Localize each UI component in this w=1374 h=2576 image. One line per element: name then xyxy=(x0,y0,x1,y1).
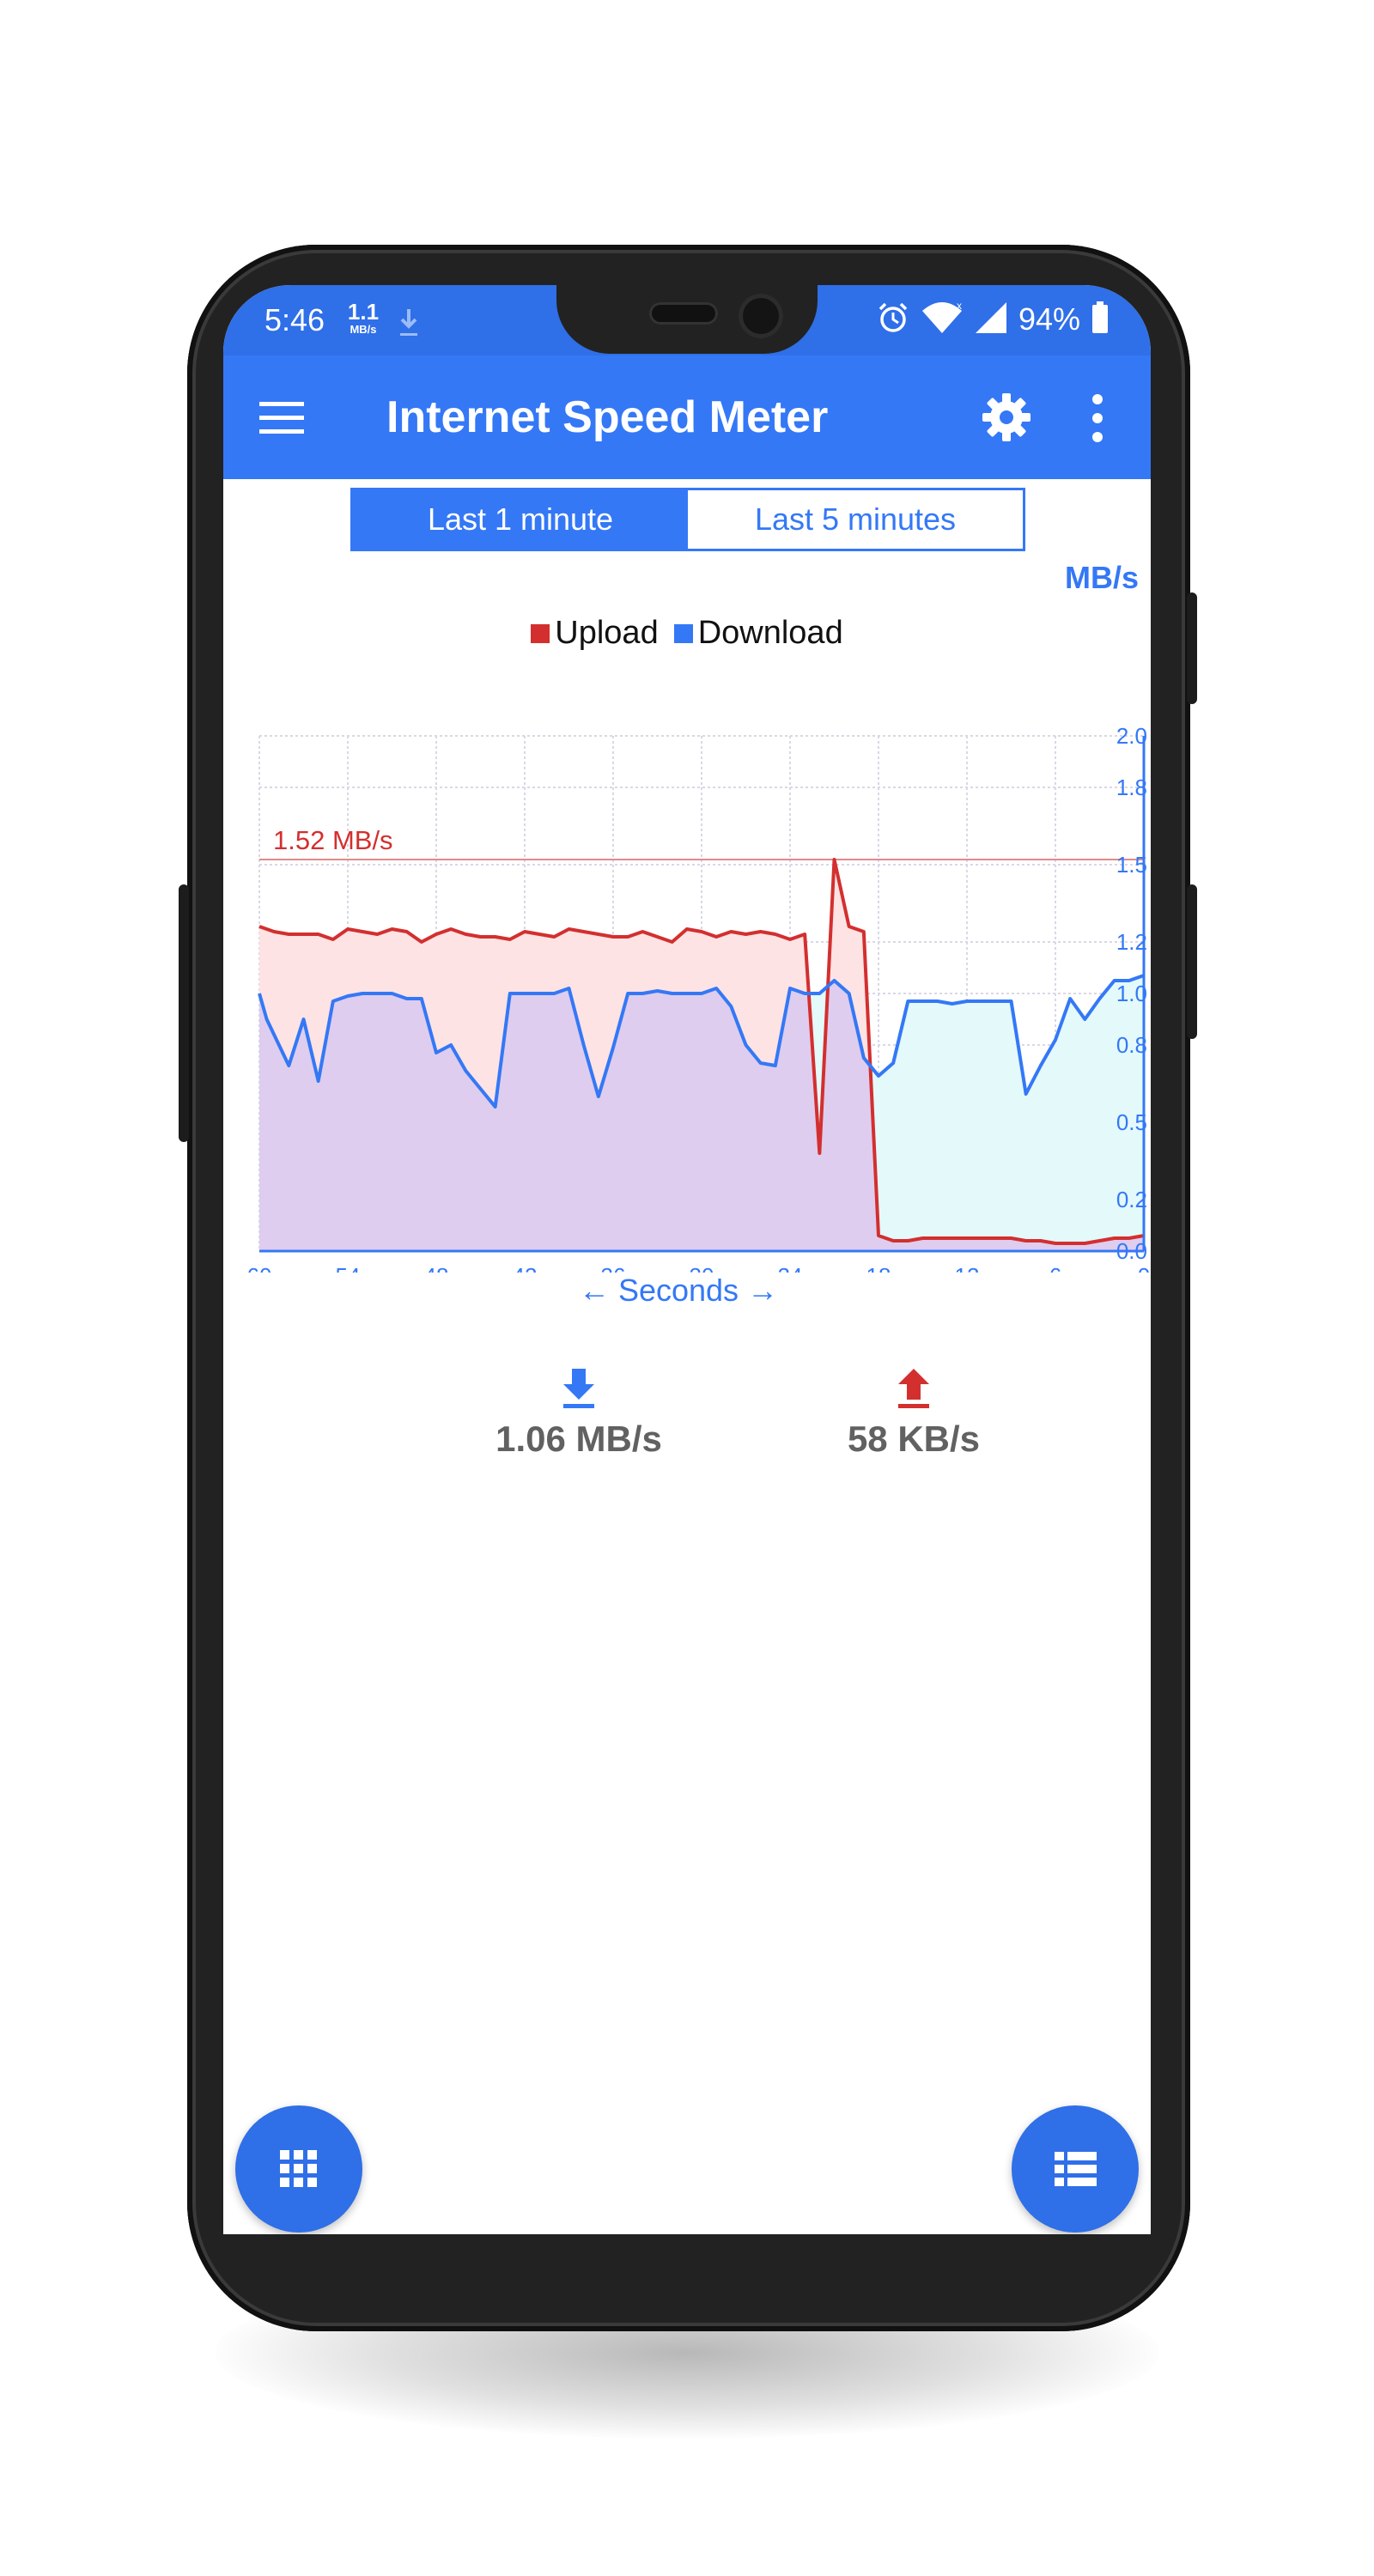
list-view-icon xyxy=(1055,2152,1097,2186)
y-tick-label: 1.8 xyxy=(1116,775,1147,800)
y-tick-label: 0.8 xyxy=(1116,1032,1147,1058)
list-fab-button[interactable] xyxy=(1012,2105,1139,2233)
side-button-right-top xyxy=(1187,592,1197,704)
app-bar: Internet Speed Meter xyxy=(223,355,1151,479)
phone-screen: 5:46 1.1 MB/s x 94% Internet Speed Meter… xyxy=(223,285,1151,2234)
download-stat: 1.06 MB/s xyxy=(450,1367,708,1460)
x-tick-label: 24 xyxy=(778,1263,803,1273)
gear-icon xyxy=(982,393,1030,441)
apps-grid-icon xyxy=(280,2150,317,2187)
more-vert-icon xyxy=(1092,394,1103,442)
menu-icon xyxy=(259,402,304,434)
x-tick-label: 18 xyxy=(866,1263,891,1273)
upload-stat: 58 KB/s xyxy=(785,1367,1043,1460)
battery-percent: 94% xyxy=(1018,301,1080,337)
x-tick-label: 30 xyxy=(690,1263,714,1273)
cell-signal-icon xyxy=(974,301,1008,339)
side-button-right-bottom xyxy=(1187,884,1197,1039)
x-tick-label: 36 xyxy=(601,1263,626,1273)
x-tick-label: 0 xyxy=(1138,1263,1150,1273)
more-options-button[interactable] xyxy=(1085,392,1110,445)
legend-download-swatch xyxy=(673,623,693,643)
tab-last-5-minutes[interactable]: Last 5 minutes xyxy=(688,490,1023,549)
upload-speed-value: 58 KB/s xyxy=(847,1419,981,1459)
x-tick-label: 12 xyxy=(955,1263,980,1273)
settings-button[interactable] xyxy=(979,390,1034,445)
y-tick-label: 1.0 xyxy=(1116,981,1147,1006)
status-time: 5:46 xyxy=(264,302,325,337)
peak-label: 1.52 MB/s xyxy=(273,825,393,855)
download-arrow-icon xyxy=(450,1367,708,1419)
status-speed-indicator: 1.1 MB/s xyxy=(342,301,385,335)
legend-upload-swatch xyxy=(531,623,550,643)
wifi-icon: x xyxy=(921,300,964,339)
x-tick-label: 42 xyxy=(513,1263,538,1273)
apps-fab-button[interactable] xyxy=(235,2105,362,2233)
alarm-icon xyxy=(876,301,910,339)
x-tick-label: 48 xyxy=(424,1263,449,1273)
menu-button[interactable] xyxy=(256,397,307,440)
x-tick-label: 60 xyxy=(247,1263,272,1273)
svg-text:x: x xyxy=(957,301,962,312)
upload-arrow-icon xyxy=(785,1367,1043,1419)
front-camera xyxy=(739,294,783,338)
chart-unit-label: MB/s xyxy=(1064,560,1139,595)
status-icons: x 94% xyxy=(876,300,1110,339)
status-speed-unit: MB/s xyxy=(350,323,377,336)
x-tick-label: 6 xyxy=(1049,1263,1061,1273)
legend-download-label: Download xyxy=(697,615,843,651)
legend-upload-label: Upload xyxy=(555,615,659,651)
download-icon xyxy=(397,306,421,344)
side-button-left xyxy=(179,884,189,1142)
x-tick-label: 54 xyxy=(336,1263,361,1273)
legend-download: Download xyxy=(673,615,843,652)
legend-upload: Upload xyxy=(531,615,659,652)
y-tick-label: 1.2 xyxy=(1116,929,1147,955)
y-tick-label: 0.0 xyxy=(1116,1238,1147,1264)
chart-legend: Upload Download xyxy=(223,615,1151,652)
time-range-tabs: Last 1 minute Last 5 minutes xyxy=(350,488,1025,551)
app-title: Internet Speed Meter xyxy=(386,392,829,442)
y-tick-label: 0.2 xyxy=(1116,1187,1147,1212)
earpiece-speaker xyxy=(649,302,718,325)
status-speed-value: 1.1 xyxy=(347,299,380,325)
y-tick-label: 0.5 xyxy=(1116,1109,1147,1135)
battery-icon xyxy=(1091,301,1110,339)
y-tick-label: 2.0 xyxy=(1116,723,1147,749)
download-speed-value: 1.06 MB/s xyxy=(495,1419,662,1459)
tab-last-1-minute[interactable]: Last 1 minute xyxy=(353,490,688,549)
speed-chart: 1.52 MB/s605448423630241812602.01.81.51.… xyxy=(247,723,1151,1273)
y-tick-label: 1.5 xyxy=(1116,852,1147,878)
x-axis-label: ← Seconds → xyxy=(578,1273,779,1308)
